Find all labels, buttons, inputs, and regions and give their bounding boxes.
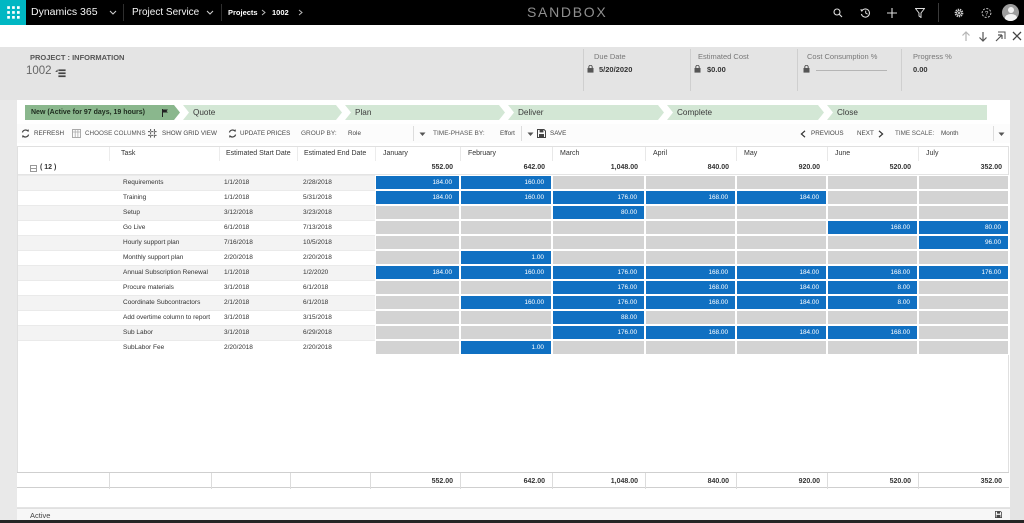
- svg-text:?: ?: [985, 10, 989, 17]
